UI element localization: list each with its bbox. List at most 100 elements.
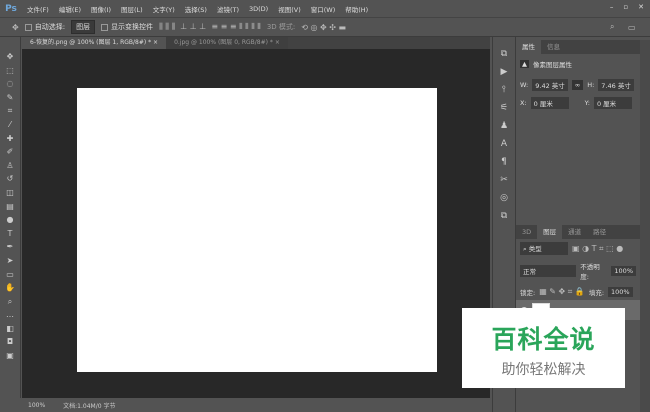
y-field[interactable]: 0 厘米 [593,97,632,109]
shape-tool-icon[interactable]: ▭ [6,269,14,280]
quick-mask-icon[interactable]: ◘ [7,336,13,347]
marquee-tool-icon[interactable]: ⬚ [6,65,14,76]
blend-mode-dropdown[interactable]: 正常 [520,265,577,277]
workspace-icon[interactable]: ▭ [628,23,636,32]
screen-mode-icon[interactable]: ▣ [6,350,14,361]
menu-layer[interactable]: 图层(L) [116,4,148,14]
history-brush-icon[interactable]: ↺ [7,173,14,184]
tab-properties[interactable]: 属性 [516,40,541,54]
watermark-title: 百科全说 [491,325,596,354]
zoom-level[interactable]: 100% [28,402,45,409]
watermark: 百科全说 助你轻松解决 [462,308,625,388]
eraser-tool-icon[interactable]: ◫ [6,187,14,198]
lasso-tool-icon[interactable]: ◌ [7,78,14,89]
tab-close-button[interactable]: × [153,39,158,46]
menu-edit[interactable]: 编辑(E) [54,4,86,14]
canvas-area[interactable] [22,49,490,398]
actions-icon[interactable]: ▶ [501,67,508,77]
tab-label: 0.jpg @ 100% (图层 0, RGB/8#) * [174,39,273,46]
move-tool-icon[interactable]: ✥ [12,23,19,32]
minimize-button[interactable]: – [610,3,614,11]
quick-select-tool-icon[interactable]: ✎ [7,92,14,103]
width-field[interactable]: 9.42 英寸 [532,79,568,91]
show-transform-label: 显示变换控件 [111,23,154,31]
x-label: X: [520,99,527,107]
menu-view[interactable]: 视图(V) [273,4,306,14]
panel-scrollbar[interactable] [640,40,650,412]
tab-document-2[interactable]: 0.jpg @ 100% (图层 0, RGB/8#) * × [166,37,288,49]
opacity-label: 不透明度: [580,263,600,281]
fill-field[interactable]: 100% [608,287,633,297]
tab-close-button[interactable]: × [275,39,280,46]
eyedropper-tool-icon[interactable]: ⁄ [9,119,10,130]
show-transform-checkbox[interactable]: 显示变换控件 [101,22,153,32]
photoshop-logo: Ps [5,3,17,14]
paragraph-icon[interactable]: ¶ [501,157,507,167]
menu-image[interactable]: 图像(I) [86,4,116,14]
properties-icon[interactable]: ⚟ [500,103,508,113]
opacity-field[interactable]: 100% [611,266,636,276]
menu-3d[interactable]: 3D(D) [244,5,273,13]
tab-channels[interactable]: 通道 [562,225,587,239]
type-tool-icon[interactable]: T [8,228,13,239]
clone-source-icon[interactable]: ⧉ [501,211,507,221]
menu-file[interactable]: 文件(F) [22,4,54,14]
stamp-tool-icon[interactable]: ♙ [6,160,13,171]
tab-label: 6-恢复的.png @ 100% (图层 1, RGB/8#) * [30,39,152,46]
mode-3d-label: 3D 模式: [266,23,296,31]
layer-filter-dropdown[interactable]: ⌕ 类型 [520,242,568,255]
tab-paths[interactable]: 路径 [587,225,612,239]
auto-select-dropdown[interactable]: 图层 [71,20,96,34]
filter-value: 类型 [528,245,542,253]
hand-tool-icon[interactable]: ✋ [5,282,15,293]
menu-select[interactable]: 选择(S) [180,4,212,14]
height-field[interactable]: 7.46 英寸 [598,79,634,91]
auto-select-checkbox[interactable]: 自动选择: [24,22,65,32]
options-bar: ✥ 自动选择: 图层 显示变换控件 ⫼ ⫼ ⫼ ⊥ ⊥ ⊥ ≡ ≡ ≡ ⦀ ⦀ … [0,17,650,37]
path-select-tool-icon[interactable]: ➤ [7,255,14,266]
tools-icon[interactable]: ✂ [500,175,508,185]
3d-tools-icons[interactable]: ⟲ ◎ ✥ ✣ ▬ [301,23,346,32]
gradient-tool-icon[interactable]: ▤ [6,201,14,212]
x-field[interactable]: 0 厘米 [530,97,569,109]
menu-filter[interactable]: 滤镜(T) [212,4,244,14]
document-tabs: 6-恢复的.png @ 100% (图层 1, RGB/8#) * × 0.jp… [22,37,490,49]
document-canvas[interactable] [77,88,437,372]
healing-tool-icon[interactable]: ✚ [7,133,14,144]
menu-window[interactable]: 窗口(W) [306,4,341,14]
history-icon[interactable]: ⧉ [501,49,507,59]
pen-tool-icon[interactable]: ✒ [7,241,14,252]
maximize-button[interactable]: ▫ [623,3,628,11]
close-button[interactable]: ✕ [638,3,644,11]
pixel-layer-icon: ▲ [520,60,529,68]
search-icon[interactable]: ⌕ [610,22,614,32]
color-swatches-icon[interactable]: ◧ [6,323,14,334]
fill-label: 填充: [588,289,605,297]
people-icon[interactable]: ♟ [500,121,508,131]
align-icons[interactable]: ⫼ ⫼ ⫼ ⊥ ⊥ ⊥ ≡ ≡ ≡ ⦀ ⦀ ⦀ ⦀ [159,22,261,32]
status-bar: 100% 文档:1.04M/0 字节 [22,398,490,412]
watermark-subtitle: 助你轻松解决 [501,362,586,378]
zoom-tool-icon[interactable]: ⌕ [8,296,12,307]
tab-document-1[interactable]: 6-恢复的.png @ 100% (图层 1, RGB/8#) * × [22,37,167,49]
menu-help[interactable]: 帮助(H) [340,4,373,14]
menu-bar: Ps 文件(F) 编辑(E) 图像(I) 图层(L) 文字(Y) 选择(S) 滤… [0,0,650,17]
tab-3d[interactable]: 3D [516,225,537,239]
character-icon[interactable]: A [501,139,507,149]
filter-icons[interactable]: ▣ ◑ T ⌗ ⬚ ● [572,244,623,254]
adjustments-icon[interactable]: ⫯ [502,85,506,95]
properties-title: 像素图层属性 [533,61,572,69]
tools-panel: ✥ ⬚ ◌ ✎ ⌗ ⁄ ✚ ✐ ♙ ↺ ◫ ▤ ● T ✒ ➤ ▭ ✋ ⌕ … … [0,37,21,398]
brush-tool-icon[interactable]: ✐ [7,146,14,157]
link-dimensions-icon[interactable]: ∞ [571,80,584,90]
tab-layers[interactable]: 图层 [537,225,563,239]
lock-icons[interactable]: ▦ ✎ ✥ ⌗ 🔒 [539,287,585,297]
move-tool-icon[interactable]: ✥ [7,51,14,62]
dodge-tool-icon[interactable]: ● [7,214,14,225]
crop-tool-icon[interactable]: ⌗ [8,105,13,116]
tab-info[interactable]: 信息 [541,40,566,54]
height-label: H: [587,81,595,89]
more-tools-icon[interactable]: … [6,309,14,320]
menu-type[interactable]: 文字(Y) [148,4,180,14]
3d-icon[interactable]: ◎ [500,193,508,203]
